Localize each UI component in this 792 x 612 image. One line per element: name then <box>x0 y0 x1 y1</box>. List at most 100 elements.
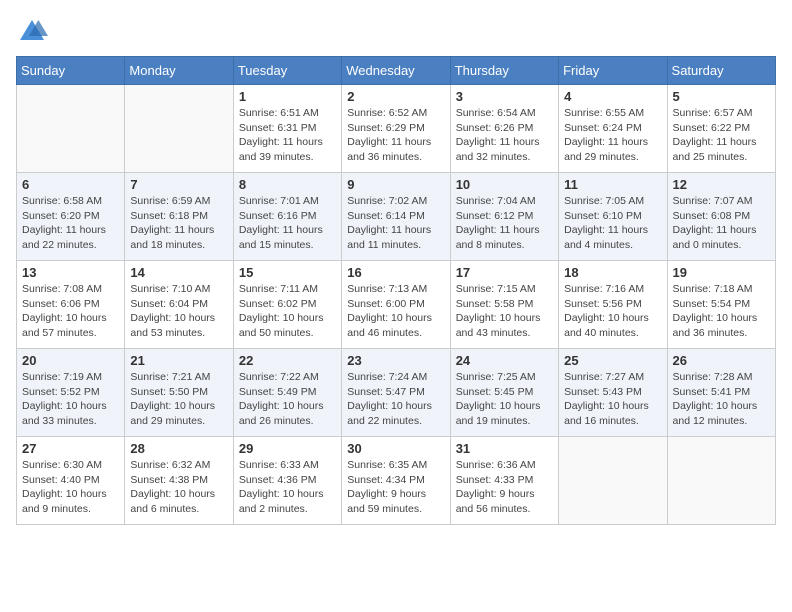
calendar-week-row: 6 Sunrise: 6:58 AMSunset: 6:20 PMDaylight… <box>17 173 776 261</box>
day-info: Sunrise: 7:01 AMSunset: 6:16 PMDaylight:… <box>239 194 336 253</box>
day-of-week-header: Thursday <box>450 57 558 85</box>
day-of-week-header: Sunday <box>17 57 125 85</box>
day-number: 20 <box>22 353 119 368</box>
calendar-cell: 12 Sunrise: 7:07 AMSunset: 6:08 PMDayligh… <box>667 173 775 261</box>
day-number: 24 <box>456 353 553 368</box>
calendar-cell: 31 Sunrise: 6:36 AMSunset: 4:33 PMDayligh… <box>450 437 558 525</box>
calendar-cell <box>667 437 775 525</box>
day-number: 21 <box>130 353 227 368</box>
calendar-cell: 8 Sunrise: 7:01 AMSunset: 6:16 PMDaylight… <box>233 173 341 261</box>
day-info: Sunrise: 6:54 AMSunset: 6:26 PMDaylight:… <box>456 106 553 165</box>
day-info: Sunrise: 7:27 AMSunset: 5:43 PMDaylight:… <box>564 370 661 429</box>
page-header <box>16 16 776 48</box>
day-info: Sunrise: 7:18 AMSunset: 5:54 PMDaylight:… <box>673 282 770 341</box>
day-number: 7 <box>130 177 227 192</box>
day-info: Sunrise: 6:58 AMSunset: 6:20 PMDaylight:… <box>22 194 119 253</box>
day-number: 3 <box>456 89 553 104</box>
day-number: 5 <box>673 89 770 104</box>
calendar-cell: 27 Sunrise: 6:30 AMSunset: 4:40 PMDayligh… <box>17 437 125 525</box>
day-number: 9 <box>347 177 444 192</box>
calendar-header-row: SundayMondayTuesdayWednesdayThursdayFrid… <box>17 57 776 85</box>
day-info: Sunrise: 6:33 AMSunset: 4:36 PMDaylight:… <box>239 458 336 517</box>
calendar-cell: 5 Sunrise: 6:57 AMSunset: 6:22 PMDaylight… <box>667 85 775 173</box>
day-info: Sunrise: 7:13 AMSunset: 6:00 PMDaylight:… <box>347 282 444 341</box>
logo-icon <box>16 16 48 48</box>
day-info: Sunrise: 7:10 AMSunset: 6:04 PMDaylight:… <box>130 282 227 341</box>
day-of-week-header: Tuesday <box>233 57 341 85</box>
day-number: 6 <box>22 177 119 192</box>
day-number: 22 <box>239 353 336 368</box>
day-number: 17 <box>456 265 553 280</box>
day-info: Sunrise: 6:52 AMSunset: 6:29 PMDaylight:… <box>347 106 444 165</box>
calendar-cell: 23Sunrise: 7:24 AMSunset: 5:47 PMDayligh… <box>342 349 450 437</box>
day-number: 4 <box>564 89 661 104</box>
day-number: 16 <box>347 265 444 280</box>
calendar-cell: 30 Sunrise: 6:35 AMSunset: 4:34 PMDayligh… <box>342 437 450 525</box>
calendar-cell <box>17 85 125 173</box>
day-of-week-header: Saturday <box>667 57 775 85</box>
day-number: 8 <box>239 177 336 192</box>
logo <box>16 16 52 48</box>
calendar-week-row: 13 Sunrise: 7:08 AMSunset: 6:06 PMDayligh… <box>17 261 776 349</box>
calendar-cell: 18 Sunrise: 7:16 AMSunset: 5:56 PMDayligh… <box>559 261 667 349</box>
day-number: 1 <box>239 89 336 104</box>
day-info: Sunrise: 6:30 AMSunset: 4:40 PMDaylight:… <box>22 458 119 517</box>
day-info: Sunrise: 7:21 AMSunset: 5:50 PMDaylight:… <box>130 370 227 429</box>
day-number: 26 <box>673 353 770 368</box>
day-number: 31 <box>456 441 553 456</box>
day-info: Sunrise: 7:19 AMSunset: 5:52 PMDaylight:… <box>22 370 119 429</box>
calendar-cell: 10 Sunrise: 7:04 AMSunset: 6:12 PMDayligh… <box>450 173 558 261</box>
calendar-cell: 15Sunrise: 7:11 AMSunset: 6:02 PMDayligh… <box>233 261 341 349</box>
day-info: Sunrise: 6:57 AMSunset: 6:22 PMDaylight:… <box>673 106 770 165</box>
day-info: Sunrise: 6:55 AMSunset: 6:24 PMDaylight:… <box>564 106 661 165</box>
calendar-cell: 11 Sunrise: 7:05 AMSunset: 6:10 PMDayligh… <box>559 173 667 261</box>
day-number: 13 <box>22 265 119 280</box>
day-number: 12 <box>673 177 770 192</box>
day-info: Sunrise: 7:25 AMSunset: 5:45 PMDaylight:… <box>456 370 553 429</box>
day-info: Sunrise: 6:35 AMSunset: 4:34 PMDaylight:… <box>347 458 444 517</box>
calendar-cell: 24 Sunrise: 7:25 AMSunset: 5:45 PMDayligh… <box>450 349 558 437</box>
calendar-cell: 22 Sunrise: 7:22 AMSunset: 5:49 PMDayligh… <box>233 349 341 437</box>
calendar-cell: 17 Sunrise: 7:15 AMSunset: 5:58 PMDayligh… <box>450 261 558 349</box>
day-number: 15 <box>239 265 336 280</box>
day-info: Sunrise: 7:28 AMSunset: 5:41 PMDaylight:… <box>673 370 770 429</box>
day-number: 14 <box>130 265 227 280</box>
day-info: Sunrise: 7:07 AMSunset: 6:08 PMDaylight:… <box>673 194 770 253</box>
day-info: Sunrise: 7:08 AMSunset: 6:06 PMDaylight:… <box>22 282 119 341</box>
calendar-cell: 9 Sunrise: 7:02 AMSunset: 6:14 PMDaylight… <box>342 173 450 261</box>
calendar-cell: 6 Sunrise: 6:58 AMSunset: 6:20 PMDaylight… <box>17 173 125 261</box>
calendar-week-row: 1 Sunrise: 6:51 AMSunset: 6:31 PMDaylight… <box>17 85 776 173</box>
day-number: 19 <box>673 265 770 280</box>
calendar-week-row: 20 Sunrise: 7:19 AMSunset: 5:52 PMDayligh… <box>17 349 776 437</box>
day-info: Sunrise: 6:36 AMSunset: 4:33 PMDaylight:… <box>456 458 553 517</box>
day-number: 30 <box>347 441 444 456</box>
day-number: 10 <box>456 177 553 192</box>
day-of-week-header: Wednesday <box>342 57 450 85</box>
day-info: Sunrise: 7:15 AMSunset: 5:58 PMDaylight:… <box>456 282 553 341</box>
day-number: 2 <box>347 89 444 104</box>
calendar-cell: 19 Sunrise: 7:18 AMSunset: 5:54 PMDayligh… <box>667 261 775 349</box>
calendar-cell: 25 Sunrise: 7:27 AMSunset: 5:43 PMDayligh… <box>559 349 667 437</box>
calendar: SundayMondayTuesdayWednesdayThursdayFrid… <box>16 56 776 525</box>
calendar-cell: 26 Sunrise: 7:28 AMSunset: 5:41 PMDayligh… <box>667 349 775 437</box>
day-number: 25 <box>564 353 661 368</box>
day-info: Sunrise: 6:51 AMSunset: 6:31 PMDaylight:… <box>239 106 336 165</box>
day-number: 29 <box>239 441 336 456</box>
calendar-cell: 2 Sunrise: 6:52 AMSunset: 6:29 PMDaylight… <box>342 85 450 173</box>
day-info: Sunrise: 7:02 AMSunset: 6:14 PMDaylight:… <box>347 194 444 253</box>
day-info: Sunrise: 7:05 AMSunset: 6:10 PMDaylight:… <box>564 194 661 253</box>
day-info: Sunrise: 6:59 AMSunset: 6:18 PMDaylight:… <box>130 194 227 253</box>
day-number: 11 <box>564 177 661 192</box>
calendar-cell <box>125 85 233 173</box>
day-info: Sunrise: 7:04 AMSunset: 6:12 PMDaylight:… <box>456 194 553 253</box>
day-info: Sunrise: 7:16 AMSunset: 5:56 PMDaylight:… <box>564 282 661 341</box>
day-info: Sunrise: 6:32 AMSunset: 4:38 PMDaylight:… <box>130 458 227 517</box>
calendar-cell: 16 Sunrise: 7:13 AMSunset: 6:00 PMDayligh… <box>342 261 450 349</box>
day-info: Sunrise: 7:22 AMSunset: 5:49 PMDaylight:… <box>239 370 336 429</box>
calendar-cell: 1 Sunrise: 6:51 AMSunset: 6:31 PMDaylight… <box>233 85 341 173</box>
day-number: 27 <box>22 441 119 456</box>
day-number: 18 <box>564 265 661 280</box>
calendar-cell: 7 Sunrise: 6:59 AMSunset: 6:18 PMDaylight… <box>125 173 233 261</box>
day-number: 23 <box>347 353 444 368</box>
day-of-week-header: Friday <box>559 57 667 85</box>
